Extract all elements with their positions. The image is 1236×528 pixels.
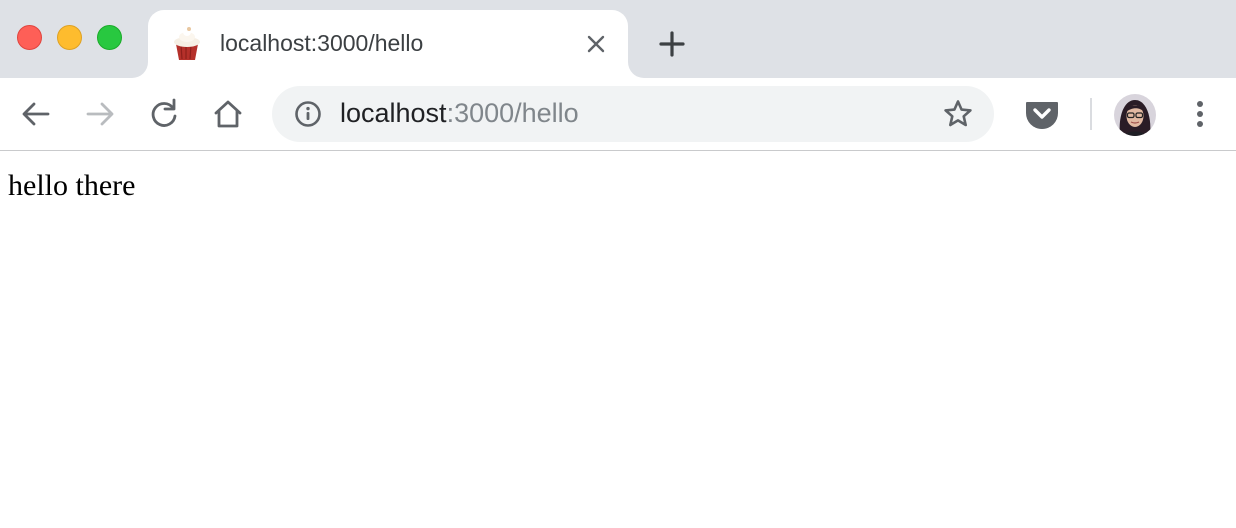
cupcake-icon	[174, 27, 200, 60]
star-icon[interactable]	[942, 98, 974, 130]
reload-icon[interactable]	[146, 96, 182, 132]
back-arrow-icon[interactable]	[18, 96, 54, 132]
tab-strip: localhost:3000/hello	[0, 0, 1236, 78]
browser-toolbar: localhost:3000/hello	[0, 78, 1236, 151]
close-icon[interactable]	[584, 32, 608, 56]
home-icon[interactable]	[210, 96, 246, 132]
forward-arrow-icon[interactable]	[82, 96, 118, 132]
profile-photo	[1114, 94, 1156, 136]
plus-icon[interactable]	[656, 28, 688, 60]
page-body-text: hello there	[8, 169, 136, 202]
url-text[interactable]: localhost:3000/hello	[340, 98, 579, 129]
info-icon[interactable]	[294, 100, 322, 128]
tab-title: localhost:3000/hello	[220, 30, 424, 56]
window-maximize-button[interactable]	[97, 25, 122, 50]
kebab-menu-icon[interactable]	[1184, 96, 1216, 132]
url-path: :3000/hello	[446, 98, 579, 128]
window-minimize-button[interactable]	[57, 25, 82, 50]
active-tab[interactable]: localhost:3000/hello	[148, 10, 628, 78]
page-content: hello there	[0, 152, 1236, 528]
pocket-icon[interactable]	[1024, 96, 1060, 132]
toolbar-divider	[1090, 98, 1092, 130]
address-bar[interactable]: localhost:3000/hello	[272, 86, 994, 142]
window-close-button[interactable]	[17, 25, 42, 50]
url-host: localhost	[340, 98, 447, 128]
avatar[interactable]	[1114, 94, 1156, 136]
